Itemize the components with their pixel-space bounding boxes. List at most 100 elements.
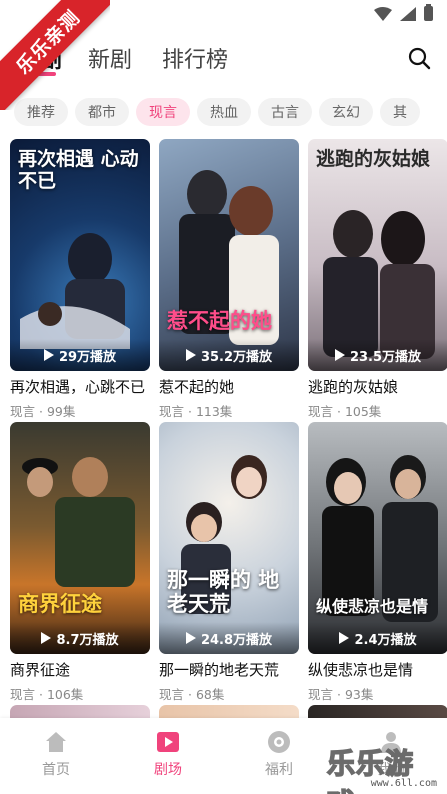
play-count: 23.5万播放: [308, 339, 447, 371]
wifi-icon: [374, 6, 392, 21]
chip-ancient-romance[interactable]: 古言: [258, 98, 312, 126]
drama-card[interactable]: 纵使悲凉也是情 2.4万播放 纵使悲凉也是情 现言 · 93集: [308, 422, 447, 703]
poster-title: 那一瞬的 地老天荒: [167, 566, 280, 616]
chip-other[interactable]: 其: [380, 98, 420, 126]
chip-modern-romance[interactable]: 现言: [136, 98, 190, 126]
meta-separator: ·: [35, 687, 47, 702]
drama-title: 再次相遇，心跳不已: [10, 378, 146, 396]
drama-episodes: 99集: [46, 404, 76, 419]
tab-short-drama[interactable]: 短剧: [18, 42, 62, 74]
drama-genre: 现言: [308, 687, 334, 702]
meta-separator: ·: [333, 687, 345, 702]
meta-separator: ·: [35, 404, 47, 419]
drama-genre: 现言: [159, 404, 185, 419]
drama-card[interactable]: 再次相遇 心动不已 29万播放 再次相遇，心跳不已 现言 · 99集: [10, 139, 150, 420]
drama-genre: 现言: [159, 687, 185, 702]
play-count: 24.8万播放: [159, 622, 299, 654]
category-chips: 推荐 都市 现言 热血 古言 玄幻其: [14, 98, 447, 126]
drama-poster[interactable]: 商界征途 8.7万播放: [10, 422, 150, 654]
nav-home[interactable]: 首页: [16, 730, 96, 779]
chip-recommend[interactable]: 推荐: [14, 98, 68, 126]
nav-home-label: 首页: [42, 762, 70, 778]
play-count-text: 2.4万播放: [354, 632, 417, 648]
play-icon: [185, 632, 196, 644]
top-tab-bar: 短剧 新剧 排行榜: [0, 36, 447, 82]
play-count-text: 29万播放: [58, 349, 117, 365]
poster-art: [179, 170, 279, 345]
battery-icon: [424, 4, 433, 21]
play-count-text: 23.5万播放: [349, 349, 422, 365]
chip-action[interactable]: 热血: [197, 98, 251, 126]
drama-card[interactable]: 商界征途 8.7万播放 商界征途 现言 · 106集: [10, 422, 150, 703]
tab-new-drama[interactable]: 新剧: [88, 42, 132, 74]
drama-poster[interactable]: 逃跑的灰姑娘 23.5万播放: [308, 139, 447, 371]
drama-meta: 现言 · 68集: [159, 684, 299, 703]
signal-icon: [400, 6, 416, 21]
drama-meta: 现言 · 93集: [308, 684, 447, 703]
play-count: 35.2万播放: [159, 339, 299, 371]
play-count: 29万播放: [10, 339, 150, 371]
chip-fantasy[interactable]: 玄幻: [319, 98, 373, 126]
drama-poster[interactable]: 那一瞬的 地老天荒 24.8万播放: [159, 422, 299, 654]
coin-icon: [268, 731, 290, 753]
drama-episodes: 68集: [195, 687, 225, 702]
drama-title: 那一瞬的地老天荒: [159, 661, 280, 679]
play-count: 2.4万播放: [308, 622, 447, 654]
drama-title: 商界征途: [10, 661, 71, 679]
site-watermark: 乐乐游戏 www.6ll.com: [326, 742, 443, 794]
poster-art: [322, 455, 438, 622]
drama-poster[interactable]: 再次相遇 心动不已 29万播放: [10, 139, 150, 371]
drama-episodes: 106集: [46, 687, 84, 702]
drama-title: 惹不起的她: [159, 378, 235, 396]
drama-card[interactable]: 惹不起的她 35.2万播放 惹不起的她 现言 · 113集: [159, 139, 299, 420]
poster-art: [22, 457, 135, 587]
nav-theater-label: 剧场: [154, 762, 182, 778]
play-icon: [185, 349, 196, 361]
poster-art: [323, 210, 435, 359]
home-icon: [46, 732, 66, 752]
drama-episodes: 93集: [344, 687, 374, 702]
drama-poster[interactable]: 惹不起的她 35.2万播放: [159, 139, 299, 371]
meta-separator: ·: [184, 404, 196, 419]
drama-title: 逃跑的灰姑娘: [308, 378, 399, 396]
poster-title: 纵使悲凉也是情: [316, 596, 429, 616]
drama-genre: 现言: [10, 404, 36, 419]
drama-meta: 现言 · 106集: [10, 684, 150, 703]
poster-title: 逃跑的灰姑娘: [316, 148, 431, 170]
play-icon: [43, 349, 54, 361]
drama-card[interactable]: 逃跑的灰姑娘 23.5万播放 逃跑的灰姑娘 现言 · 105集: [308, 139, 447, 420]
poster-title: 商界征途: [18, 590, 102, 616]
active-tab-indicator: [36, 72, 56, 76]
drama-poster[interactable]: 纵使悲凉也是情 2.4万播放: [308, 422, 447, 654]
theater-icon: [157, 732, 179, 752]
poster-art: [181, 455, 267, 614]
nav-benefits[interactable]: 福利: [239, 730, 319, 779]
status-bar: [0, 0, 447, 30]
poster-title: 再次相遇 心动不已: [18, 148, 139, 192]
play-icon: [334, 349, 345, 361]
play-count: 8.7万播放: [10, 622, 150, 654]
nav-benefits-label: 福利: [265, 762, 293, 778]
meta-separator: ·: [184, 687, 196, 702]
play-count-text: 24.8万播放: [200, 632, 273, 648]
drama-meta: 现言 · 99集: [10, 401, 150, 420]
drama-episodes: 113集: [195, 404, 233, 419]
nav-theater[interactable]: 剧场: [128, 730, 208, 779]
drama-genre: 现言: [10, 687, 36, 702]
poster-title: 惹不起的她: [167, 307, 272, 333]
drama-title: 纵使悲凉也是情: [308, 661, 414, 679]
tab-ranking[interactable]: 排行榜: [162, 42, 228, 74]
drama-genre: 现言: [308, 404, 334, 419]
drama-meta: 现言 · 113集: [159, 401, 299, 420]
chip-urban[interactable]: 都市: [75, 98, 129, 126]
play-count-text: 8.7万播放: [56, 632, 119, 648]
play-icon: [339, 632, 350, 644]
play-icon: [41, 632, 52, 644]
search-icon[interactable]: [407, 46, 431, 70]
watermark-url: www.6ll.com: [370, 778, 437, 789]
drama-meta: 现言 · 105集: [308, 401, 447, 420]
drama-card[interactable]: 那一瞬的 地老天荒 24.8万播放 那一瞬的地老天荒 现言 · 68集: [159, 422, 299, 703]
play-count-text: 35.2万播放: [200, 349, 273, 365]
drama-episodes: 105集: [344, 404, 382, 419]
meta-separator: ·: [333, 404, 345, 419]
